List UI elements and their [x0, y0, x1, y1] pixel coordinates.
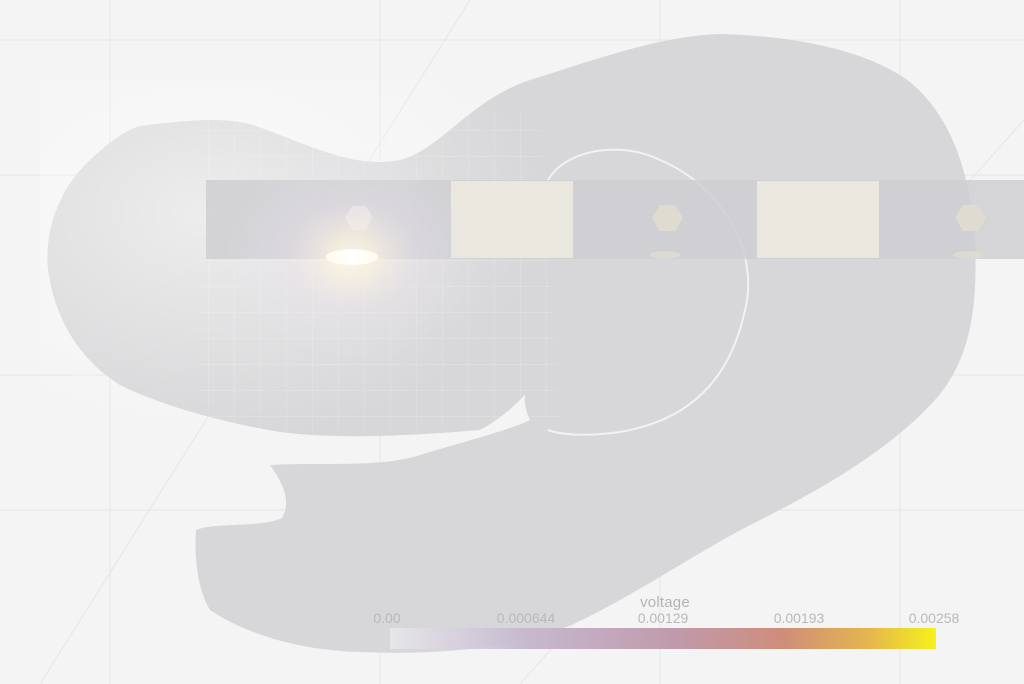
- electrode-insulation-marker: [953, 251, 983, 259]
- colorbar-tick-label: 0.00129: [637, 610, 689, 626]
- colorbar-tick-label: 0.00193: [773, 610, 825, 626]
- colorbar-tick-label: 0.000644: [496, 610, 556, 626]
- stimulation-hotspot-core: [345, 250, 359, 264]
- visualization-scene[interactable]: [0, 0, 1024, 684]
- voltage-colorbar: [390, 628, 936, 649]
- electrode-contact: [757, 181, 879, 258]
- colorbar-title: voltage: [640, 594, 690, 611]
- electrode-insulation-marker: [650, 251, 680, 259]
- colorbar-tick-label: 0.00258: [908, 610, 960, 626]
- colorbar-tick-label: 0.00: [373, 610, 401, 626]
